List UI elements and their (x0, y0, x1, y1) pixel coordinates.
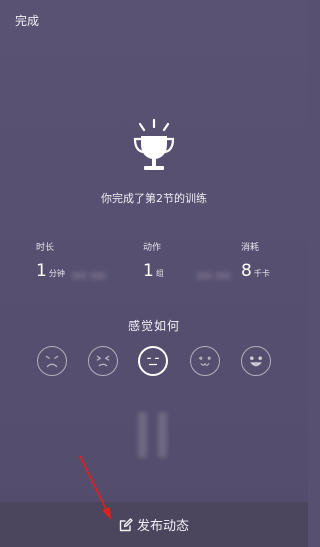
neutral-face-icon[interactable] (138, 346, 168, 376)
bottom-bar: 发布动态 (0, 502, 308, 547)
hard-face-icon[interactable] (88, 346, 118, 376)
completed-message: 你完成了第2节的训练 (101, 192, 207, 205)
feeling-selector (0, 346, 308, 380)
background-pause-decoration (138, 412, 168, 458)
done-button[interactable]: 完成 (15, 12, 39, 29)
stat-moves-unit: 组 (155, 269, 164, 278)
stat-moves-label: 动作 (143, 243, 162, 253)
edit-icon (119, 517, 133, 531)
trophy-icon (133, 118, 175, 170)
stat-duration-value: 1 (36, 261, 47, 281)
easy-face-icon[interactable] (241, 346, 271, 376)
publish-post-button[interactable]: 发布动态 (0, 502, 308, 547)
stat-moves: 动作 1组 (143, 240, 223, 281)
stat-calories-label: 消耗 (241, 243, 260, 253)
stat-moves-value: 1 (143, 261, 154, 281)
stat-calories-unit: 千卡 (253, 269, 270, 278)
stat-duration: 时长 1 分钟 (36, 240, 116, 281)
feeling-title: 感觉如何 (127, 319, 180, 333)
good-face-icon[interactable] (190, 346, 220, 376)
workout-complete-screen: 完成 你完成了第2节的训练 ▬▬ ▬▬ 时长 1 分钟 动作 1组 消耗 8 千… (0, 0, 308, 547)
stat-duration-label: 时长 (36, 243, 55, 253)
stat-calories: 消耗 8 千卡 (241, 240, 320, 281)
stat-calories-value: 8 (241, 261, 252, 281)
stats-row: ▬▬ ▬▬ 时长 1 分钟 动作 1组 消耗 8 千卡 (0, 240, 308, 290)
publish-post-label: 发布动态 (136, 519, 189, 534)
very-hard-face-icon[interactable] (37, 346, 67, 376)
stat-duration-unit: 分钟 (48, 269, 65, 278)
